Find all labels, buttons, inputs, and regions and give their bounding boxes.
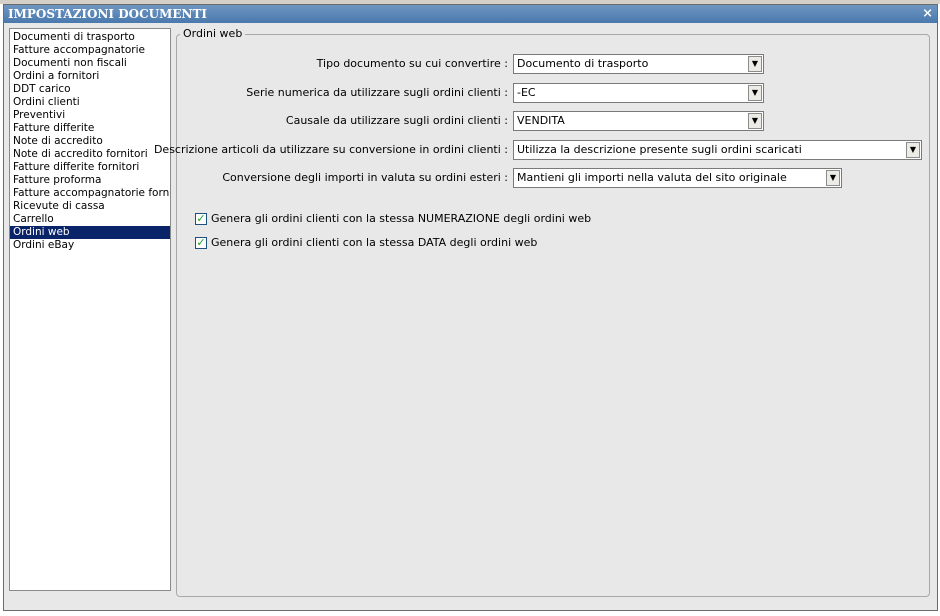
close-icon[interactable]: × (922, 5, 933, 23)
list-item[interactable]: DDT carico (10, 83, 170, 96)
currency-conversion-value: Mantieni gli importi nella valuta del si… (517, 171, 787, 184)
item-description-value: Utilizza la descrizione presente sugli o… (517, 143, 802, 156)
list-item[interactable]: Note di accredito fornitori (10, 148, 170, 161)
chevron-down-icon[interactable]: ▼ (748, 113, 762, 129)
same-numbering-label: Genera gli ordini clienti con la stessa … (211, 212, 592, 225)
field-row-causal: Causale da utilizzare sugli ordini clien… (176, 111, 508, 131)
chevron-down-icon[interactable]: ▼ (906, 142, 920, 158)
currency-conversion-select[interactable]: Mantieni gli importi nella valuta del si… (513, 168, 842, 188)
same-date-label: Genera gli ordini clienti con la stessa … (211, 236, 538, 249)
causal-value: VENDITA (517, 114, 565, 127)
field-row-item-description: Descrizione articoli da utilizzare su co… (154, 140, 508, 160)
currency-conversion-label: Conversione degli importi in valuta su o… (222, 171, 508, 184)
checkbox-checked-icon[interactable]: ✓ (195, 213, 207, 225)
group-title: Ordini web (180, 28, 246, 40)
causal-label: Causale da utilizzare sugli ordini clien… (285, 114, 508, 127)
list-item[interactable]: Fatture accompagnatorie (10, 44, 170, 57)
same-date-checkbox[interactable]: ✓ Genera gli ordini clienti con la stess… (195, 236, 695, 252)
checkbox-checked-icon[interactable]: ✓ (195, 237, 207, 249)
field-row-numbering-series: Serie numerica da utilizzare sugli ordin… (176, 83, 508, 103)
document-type-value: Documento di trasporto (517, 57, 649, 70)
list-item[interactable]: Ordini a fornitori (10, 70, 170, 83)
chevron-down-icon[interactable]: ▼ (748, 85, 762, 101)
chevron-down-icon[interactable]: ▼ (826, 170, 840, 186)
causal-select[interactable]: VENDITA ▼ (513, 111, 764, 131)
settings-dialog: IMPOSTAZIONI DOCUMENTI × Documenti di tr… (3, 4, 938, 611)
list-item[interactable]: Fatture differite (10, 122, 170, 135)
list-item[interactable]: Fatture differite fornitori (10, 161, 170, 174)
numbering-series-value: -EC (517, 86, 536, 99)
list-item[interactable]: Fatture accompagnatorie fornito (10, 187, 170, 200)
same-numbering-checkbox[interactable]: ✓ Genera gli ordini clienti con la stess… (195, 212, 695, 228)
item-description-label: Descrizione articoli da utilizzare su co… (153, 143, 508, 156)
field-row-document-type: Tipo documento su cui convertire : (176, 54, 508, 74)
numbering-series-select[interactable]: -EC ▼ (513, 83, 764, 103)
list-item[interactable]: Ordini clienti (10, 96, 170, 109)
list-item[interactable]: Carrello (10, 213, 170, 226)
chevron-down-icon[interactable]: ▼ (748, 56, 762, 72)
dialog-title: IMPOSTAZIONI DOCUMENTI (8, 7, 208, 21)
document-type-label: Tipo documento su cui convertire : (316, 57, 508, 70)
list-item[interactable]: Ricevute di cassa (10, 200, 170, 213)
list-item[interactable]: Note di accredito (10, 135, 170, 148)
list-item[interactable]: Documenti di trasporto (10, 31, 170, 44)
dialog-titlebar[interactable]: IMPOSTAZIONI DOCUMENTI × (4, 5, 937, 23)
list-item[interactable]: Documenti non fiscali (10, 57, 170, 70)
item-description-select[interactable]: Utilizza la descrizione presente sugli o… (513, 140, 922, 160)
field-row-currency-conversion: Conversione degli importi in valuta su o… (176, 168, 508, 188)
document-type-select[interactable]: Documento di trasporto ▼ (513, 54, 764, 74)
list-item[interactable]: Ordini eBay (10, 239, 170, 252)
list-item[interactable]: Preventivi (10, 109, 170, 122)
list-item[interactable]: Fatture proforma (10, 174, 170, 187)
document-type-list[interactable]: Documenti di trasporto Fatture accompagn… (9, 28, 171, 591)
numbering-series-label: Serie numerica da utilizzare sugli ordin… (246, 86, 508, 99)
list-item-selected[interactable]: Ordini web (10, 226, 170, 239)
